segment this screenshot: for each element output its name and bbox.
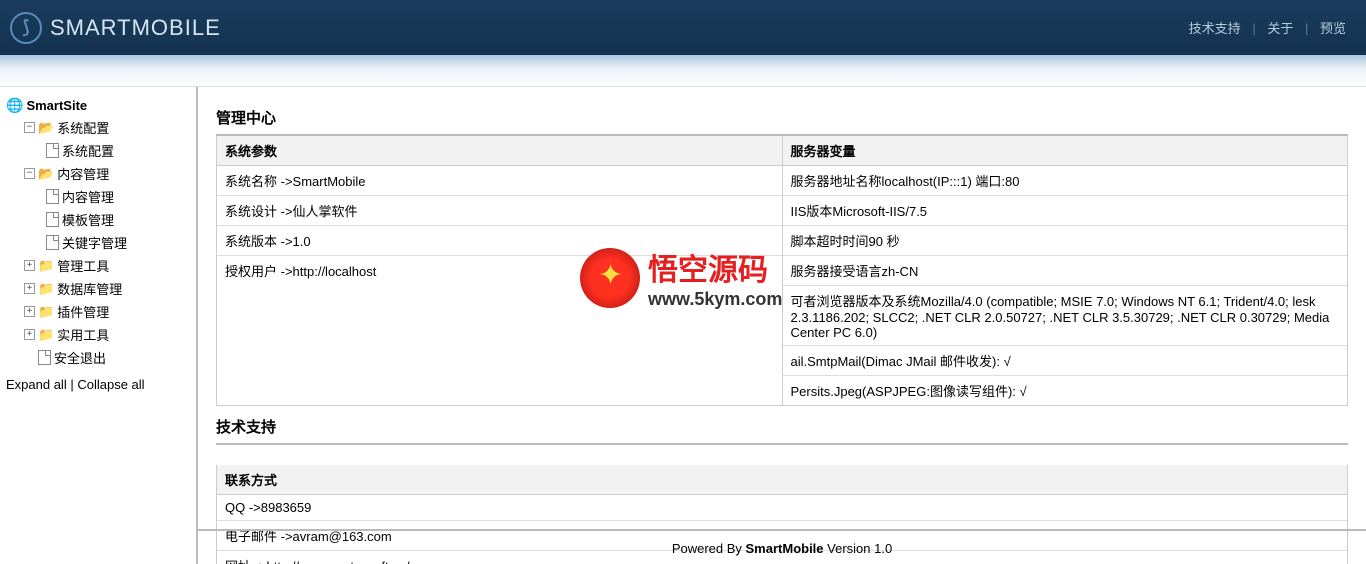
contact-header: 联系方式 [217,465,1347,495]
folder-icon: 📁 [38,327,54,343]
expand-all-link[interactable]: Expand all [6,377,67,392]
tree-label: 插件管理 [57,302,109,321]
tree-node-6[interactable]: 安全退出 [6,346,190,369]
param-row: 授权用户 ->http://localhost [217,256,782,285]
brand-text: SMARTMOBILE [50,15,221,41]
tree-root-label: SmartSite [26,98,87,113]
tree-root-node[interactable]: 🌐 SmartSite [6,95,190,116]
separator: | [1252,21,1255,36]
globe-icon: 🌐 [6,97,23,114]
link-support[interactable]: 技术支持 [1189,21,1241,36]
page-icon [38,350,51,365]
param-row: IIS版本Microsoft-IIS/7.5 [783,196,1348,226]
app-header: ⟆ SMARTMOBILE 技术支持 | 关于 | 预览 [0,0,1366,55]
expander-icon[interactable]: + [24,283,35,294]
footer-name: SmartMobile [746,541,824,556]
page-icon [46,189,59,204]
tree-label: 安全退出 [54,348,106,367]
tree-node-3[interactable]: +📁数据库管理 [6,277,190,300]
page-icon [46,235,59,250]
param-row: 脚本超时时间90 秒 [783,226,1348,256]
expander-icon[interactable]: + [24,329,35,340]
tree-node-2[interactable]: +📁管理工具 [6,254,190,277]
params-table: 系统参数 系统名称 ->SmartMobile系统设计 ->仙人掌软件系统版本 … [216,136,1348,406]
collapse-all-link[interactable]: Collapse all [77,377,144,392]
tree-label: 关键字管理 [62,233,127,252]
param-row: QQ ->8983659 [217,495,1347,521]
expander-icon[interactable]: − [24,122,35,133]
folder-icon: 📂 [38,120,54,136]
tree-leaf[interactable]: 内容管理 [6,185,190,208]
param-row: 系统版本 ->1.0 [217,226,782,256]
tree-label: 实用工具 [57,325,109,344]
param-row: 可者浏览器版本及系统Mozilla/4.0 (compatible; MSIE … [783,286,1348,346]
tree-leaf[interactable]: 关键字管理 [6,231,190,254]
tree-leaf[interactable]: 模板管理 [6,208,190,231]
expander-icon[interactable]: − [24,168,35,179]
param-row: 系统名称 ->SmartMobile [217,166,782,196]
expander-icon[interactable]: + [24,260,35,271]
expander-icon[interactable]: + [24,306,35,317]
tree-node-0[interactable]: −📂系统配置 [6,116,190,139]
folder-icon: 📂 [38,166,54,182]
link-preview[interactable]: 预览 [1320,21,1346,36]
param-row: Persits.Jpeg(ASPJPEG:图像读写组件): √ [783,376,1348,405]
col-header-system: 系统参数 [217,136,782,166]
tree-label: 系统配置 [62,141,114,160]
param-row: ail.SmtpMail(Dimac JMail 邮件收发): √ [783,346,1348,376]
param-row: 系统设计 ->仙人掌软件 [217,196,782,226]
brand: ⟆ SMARTMOBILE [10,12,221,44]
folder-icon: 📁 [38,258,54,274]
logo-icon: ⟆ [10,12,42,44]
tree-node-1[interactable]: −📂内容管理 [6,162,190,185]
tree-label: 系统配置 [57,118,109,137]
sidebar: 🌐 SmartSite −📂系统配置系统配置−📂内容管理内容管理模板管理关键字管… [0,87,198,564]
main-content: 管理中心 系统参数 系统名称 ->SmartMobile系统设计 ->仙人掌软件… [198,87,1366,564]
col-header-server: 服务器变量 [783,136,1348,166]
link-about[interactable]: 关于 [1267,21,1293,36]
footer: Powered By SmartMobile Version 1.0 [198,529,1366,556]
panel-title-support: 技术支持 [216,406,1348,445]
tree-label: 数据库管理 [57,279,122,298]
param-row: 服务器接受语言zh-CN [783,256,1348,286]
panel-title-management: 管理中心 [216,97,1348,136]
tree-label: 模板管理 [62,210,114,229]
tree-node-5[interactable]: +📁实用工具 [6,323,190,346]
param-row: 服务器地址名称localhost(IP:::1) 端口:80 [783,166,1348,196]
separator: | [1305,21,1308,36]
tree-leaf[interactable]: 系统配置 [6,139,190,162]
sub-header [0,55,1366,87]
page-icon [46,143,59,158]
tree-label: 内容管理 [62,187,114,206]
folder-icon: 📁 [38,281,54,297]
tree-label: 内容管理 [57,164,109,183]
header-links: 技术支持 | 关于 | 预览 [1189,18,1346,37]
tree-node-4[interactable]: +📁插件管理 [6,300,190,323]
tree-controls: Expand all | Collapse all [6,377,190,392]
tree-label: 管理工具 [57,256,109,275]
folder-icon: 📁 [38,304,54,320]
page-icon [46,212,59,227]
